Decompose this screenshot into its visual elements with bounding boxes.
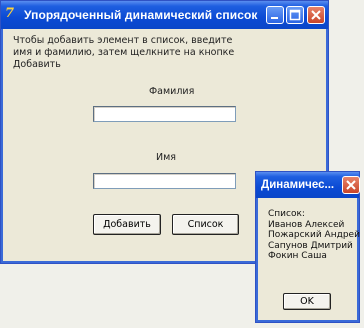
close-icon bbox=[311, 10, 321, 20]
maximize-icon bbox=[289, 9, 301, 21]
dialog-list: Список: Иванов Алексей Пожарский Андрей … bbox=[268, 209, 360, 262]
name-label: Имя bbox=[156, 152, 176, 163]
surname-label: Фамилия bbox=[149, 86, 195, 97]
list-item: Пожарский Андрей bbox=[268, 230, 360, 240]
list-dialog: Динамичес... Список: Иванов Алексей Пожа… bbox=[255, 171, 360, 323]
surname-input[interactable] bbox=[93, 106, 236, 122]
minimize-button[interactable] bbox=[266, 6, 284, 24]
dialog-close-button[interactable] bbox=[342, 176, 360, 194]
name-input[interactable] bbox=[93, 173, 236, 189]
ok-button[interactable]: OK bbox=[283, 293, 331, 310]
close-button[interactable] bbox=[307, 6, 325, 24]
minimize-icon bbox=[271, 17, 278, 19]
list-header: Список: bbox=[268, 209, 305, 219]
maximize-button[interactable] bbox=[286, 6, 304, 24]
dialog-title: Динамичес... bbox=[261, 179, 335, 191]
list-item: Сапунов Дмитрий bbox=[268, 240, 353, 251]
dialog-titlebar[interactable]: Динамичес... bbox=[256, 172, 360, 198]
list-item: Иванов Алексей bbox=[268, 219, 345, 230]
main-titlebar[interactable]: 7 Упорядоченный динамический список bbox=[1, 1, 328, 29]
list-button[interactable]: Список bbox=[172, 214, 239, 235]
window-title: Упорядоченный динамический список bbox=[24, 8, 258, 22]
add-button[interactable]: Добавить bbox=[93, 214, 161, 235]
instruction-text: Чтобы добавить элемент в список, введите… bbox=[13, 35, 235, 70]
app-icon: 7 bbox=[5, 6, 15, 21]
close-icon bbox=[346, 180, 356, 190]
list-item: Фокин Саша bbox=[268, 251, 327, 261]
